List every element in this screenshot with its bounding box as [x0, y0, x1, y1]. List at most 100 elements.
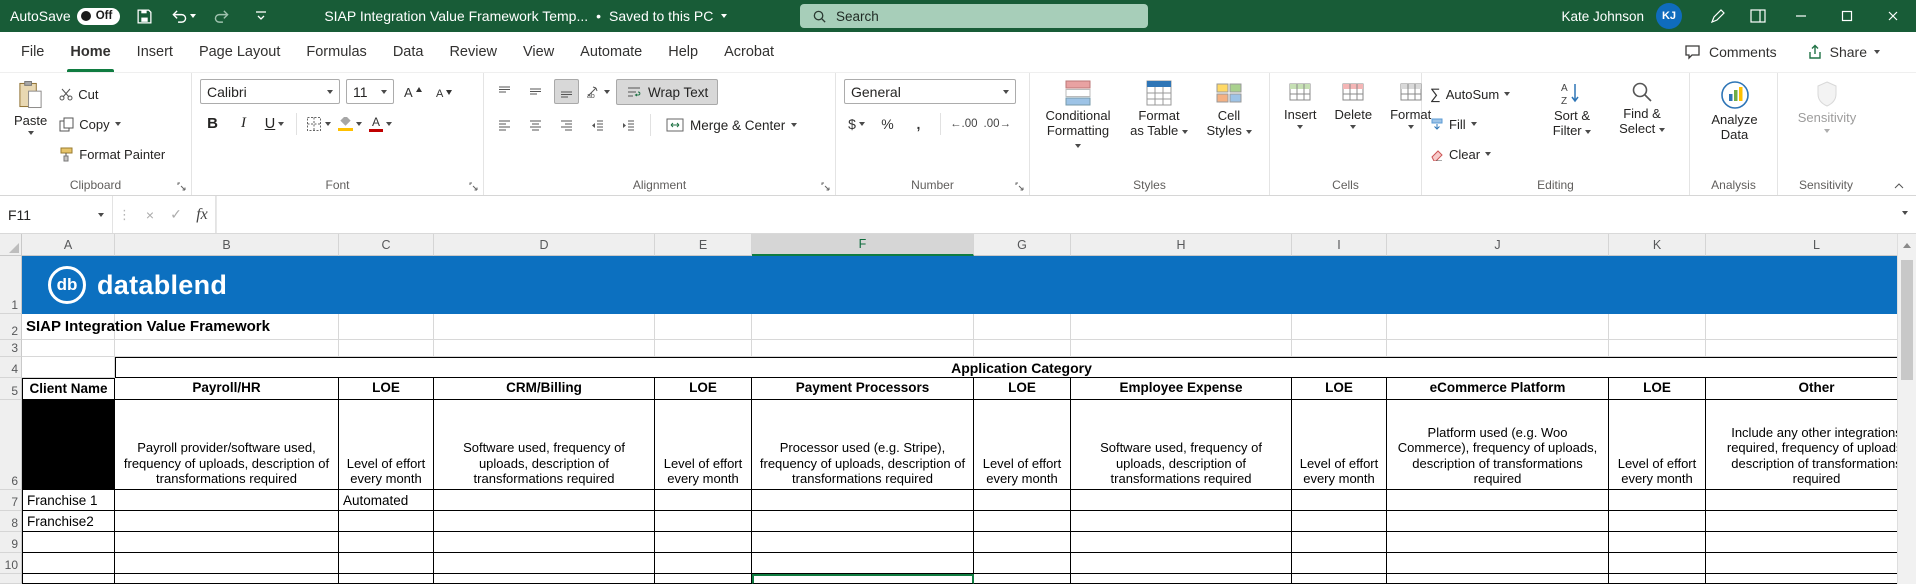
column-header-L[interactable]: L [1706, 234, 1897, 256]
column-header-I[interactable]: I [1292, 234, 1387, 256]
cell-G3[interactable] [974, 340, 1071, 357]
column-header-A[interactable]: A [22, 234, 115, 256]
format-painter-button[interactable]: Format Painter [59, 142, 165, 166]
cell-G2[interactable] [974, 314, 1071, 340]
cell-H10[interactable] [1071, 553, 1292, 574]
cell-F3[interactable] [752, 340, 974, 357]
saved-status[interactable]: Saved to this PC [609, 8, 713, 24]
align-center-icon[interactable] [523, 112, 548, 137]
cell-C9[interactable] [339, 532, 434, 553]
font-color-button[interactable]: A [368, 111, 393, 136]
cell-H11[interactable] [1071, 574, 1292, 584]
tab-review[interactable]: Review [436, 32, 510, 72]
cell-D3[interactable] [434, 340, 655, 357]
cell-B10[interactable] [115, 553, 339, 574]
cell-H6[interactable]: Software used, frequency of uploads, des… [1071, 400, 1292, 490]
cell-A4[interactable] [22, 357, 115, 378]
close-button[interactable] [1870, 0, 1916, 32]
decrease-font-size-icon[interactable]: A [431, 79, 456, 104]
cell-H7[interactable] [1071, 490, 1292, 511]
cell-K9[interactable] [1609, 532, 1706, 553]
column-header-E[interactable]: E [655, 234, 752, 256]
increase-indent-icon[interactable] [616, 112, 641, 137]
cell-I7[interactable] [1292, 490, 1387, 511]
decrease-decimal-button[interactable]: .00→ [984, 111, 1012, 136]
cell-J10[interactable] [1387, 553, 1609, 574]
cell-G8[interactable] [974, 511, 1071, 532]
cell-L5[interactable]: Other [1706, 378, 1897, 400]
scroll-up-icon[interactable] [1898, 234, 1916, 256]
cell-D6[interactable]: Software used, frequency of uploads, des… [434, 400, 655, 490]
increase-decimal-button[interactable]: ←.00 [950, 111, 978, 136]
cell-D9[interactable] [434, 532, 655, 553]
cell-A11[interactable] [22, 574, 115, 584]
cell-I5[interactable]: LOE [1292, 378, 1387, 400]
conditional-formatting-button[interactable]: Conditional Formatting [1038, 79, 1118, 155]
cell-F6[interactable]: Processor used (e.g. Stripe), frequency … [752, 400, 974, 490]
cell-H3[interactable] [1071, 340, 1292, 357]
cell-A2[interactable]: SIAP Integration Value Framework [22, 314, 270, 340]
cell-B3[interactable] [115, 340, 339, 357]
cell-E10[interactable] [655, 553, 752, 574]
align-bottom-icon[interactable] [554, 79, 579, 104]
clipboard-dialog-launcher-icon[interactable] [177, 182, 186, 191]
minimize-button[interactable] [1778, 0, 1824, 32]
accounting-format-button[interactable]: $ [844, 111, 869, 136]
number-format-combo[interactable]: General [844, 79, 1016, 104]
column-header-J[interactable]: J [1387, 234, 1609, 256]
cell-D10[interactable] [434, 553, 655, 574]
cell-K8[interactable] [1609, 511, 1706, 532]
align-left-icon[interactable] [492, 112, 517, 137]
tab-home[interactable]: Home [57, 32, 123, 72]
tab-acrobat[interactable]: Acrobat [711, 32, 787, 72]
cell-C2[interactable] [339, 314, 434, 340]
bold-button[interactable]: B [200, 111, 225, 136]
scrollbar-thumb[interactable] [1901, 260, 1913, 380]
column-header-F[interactable]: F [752, 234, 974, 256]
autosave-pill[interactable]: Off [76, 7, 121, 25]
row-header-6[interactable]: 6 [0, 400, 22, 490]
cell-A7[interactable]: Franchise 1 [22, 490, 115, 511]
tab-page-layout[interactable]: Page Layout [186, 32, 293, 72]
row-header-10[interactable]: 10 [0, 553, 22, 574]
save-icon[interactable] [129, 0, 159, 32]
vertical-scrollbar[interactable] [1897, 234, 1916, 584]
user-name[interactable]: Kate Johnson [1561, 9, 1644, 24]
cell-J9[interactable] [1387, 532, 1609, 553]
cell-H2[interactable] [1071, 314, 1292, 340]
cell-D7[interactable] [434, 490, 655, 511]
alignment-dialog-launcher-icon[interactable] [821, 182, 830, 191]
delete-cells-button[interactable]: Delete [1329, 79, 1379, 130]
sensitivity-button[interactable]: Sensitivity [1786, 79, 1868, 134]
cell-L10[interactable] [1706, 553, 1897, 574]
cell-J5[interactable]: eCommerce Platform [1387, 378, 1609, 400]
italic-button[interactable]: I [231, 111, 256, 136]
select-all-corner[interactable] [0, 234, 22, 256]
insert-cells-button[interactable]: Insert [1278, 79, 1323, 130]
analyze-data-button[interactable]: Analyze Data [1698, 79, 1771, 144]
cell-D2[interactable] [434, 314, 655, 340]
avatar[interactable]: KJ [1656, 3, 1682, 29]
cell-H9[interactable] [1071, 532, 1292, 553]
format-as-table-button[interactable]: Format as Table [1124, 79, 1194, 140]
cell-C8[interactable] [339, 511, 434, 532]
align-middle-icon[interactable] [523, 79, 548, 104]
cell-C6[interactable]: Level of effort every month [339, 400, 434, 490]
column-header-B[interactable]: B [115, 234, 339, 256]
row-header-5[interactable]: 5 [0, 378, 22, 400]
cell-F5[interactable]: Payment Processors [752, 378, 974, 400]
cell-G6[interactable]: Level of effort every month [974, 400, 1071, 490]
font-name-combo[interactable]: Calibri [200, 79, 340, 104]
cell-B4-L4-merged[interactable]: Application Category [115, 357, 1897, 378]
cell-L8[interactable] [1706, 511, 1897, 532]
cell-A9[interactable] [22, 532, 115, 553]
cell-H8[interactable] [1071, 511, 1292, 532]
cell-E7[interactable] [655, 490, 752, 511]
cell-E11[interactable] [655, 574, 752, 584]
cell-D5[interactable]: CRM/Billing [434, 378, 655, 400]
document-title[interactable]: SIAP Integration Value Framework Temp...… [324, 8, 728, 24]
align-top-icon[interactable] [492, 79, 517, 104]
comma-style-button[interactable]: , [906, 111, 931, 136]
cell-I2[interactable] [1292, 314, 1387, 340]
paste-button[interactable]: Paste [8, 79, 53, 136]
